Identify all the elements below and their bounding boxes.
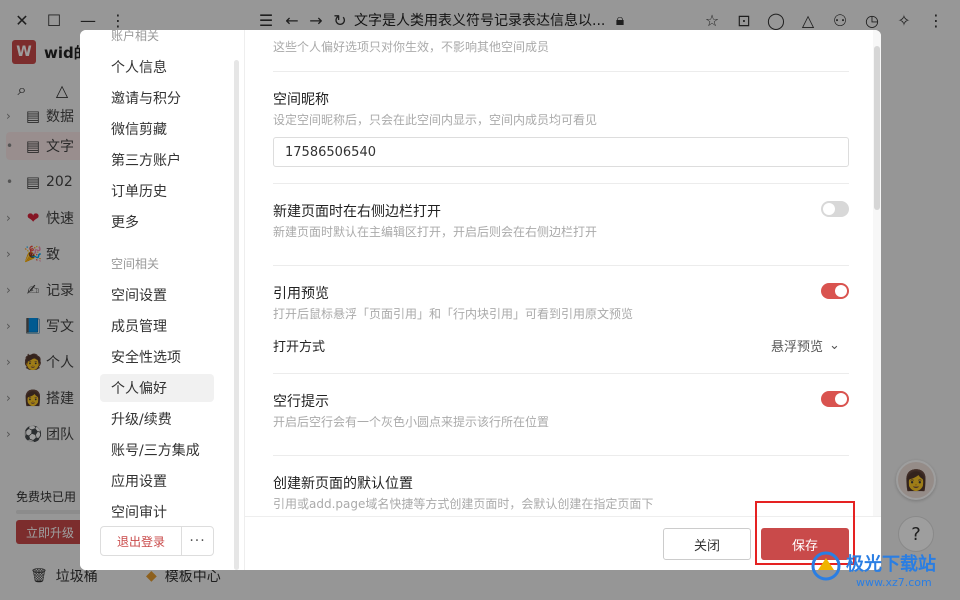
settings-nav: 账户相关 个人信息 邀请与积分 微信剪藏 第三方账户 订单历史 更多 空间相关 …: [80, 30, 244, 570]
open-right-title: 新建页面时在右侧边栏打开: [273, 204, 441, 220]
logout-button[interactable]: 退出登录: [101, 527, 182, 555]
nav-item-more[interactable]: 更多: [100, 208, 214, 236]
divider: [273, 455, 849, 456]
nav-item-app-settings[interactable]: 应用设置: [100, 467, 214, 495]
divider: [273, 265, 849, 266]
default-location-description: 引用或add.page域名快捷等方式创建页面时，会默认创建在指定页面下: [273, 497, 654, 511]
nav-item-space-settings[interactable]: 空间设置: [100, 281, 214, 309]
default-location-title: 创建新页面的默认位置: [273, 476, 413, 492]
section-description: 这些个人偏好选项只对你生效，不影响其他空间成员: [273, 40, 550, 54]
watermark: 极光下载站 www.xz7.com: [810, 548, 960, 600]
nav-item-upgrade[interactable]: 升级/续费: [100, 405, 214, 433]
quote-preview-title: 引用预览: [273, 286, 329, 302]
nav-item-third-party[interactable]: 第三方账户: [100, 146, 214, 174]
nav-item-audit[interactable]: 空间审计: [100, 498, 214, 526]
chevron-down-icon: ⌄: [829, 338, 840, 353]
preferences-content: 这些个人偏好选项只对你生效，不影响其他空间成员 空间昵称 设定空间昵称后，只会在…: [245, 30, 881, 516]
watermark-text: 极光下载站: [846, 554, 936, 575]
divider: [273, 71, 849, 72]
quote-preview-description: 打开后鼠标悬浮「页面引用」和「行内块引用」可看到引用原文预览: [273, 307, 634, 321]
open-right-toggle[interactable]: [821, 201, 849, 217]
toggle-knob: [835, 285, 847, 297]
empty-line-toggle[interactable]: [821, 391, 849, 407]
quote-preview-toggle[interactable]: [821, 283, 849, 299]
nav-item-preferences[interactable]: 个人偏好: [100, 374, 214, 402]
open-mode-label: 打开方式: [273, 340, 326, 355]
empty-line-description: 开启后空行会有一个灰色小圆点来提示该行所在位置: [273, 415, 550, 429]
open-right-description: 新建页面时默认在主编辑区打开，开启后则会在右侧边栏打开: [273, 225, 598, 239]
nav-item-invite[interactable]: 邀请与积分: [100, 84, 214, 112]
watermark-url: www.xz7.com: [856, 576, 932, 589]
open-mode-value: 悬浮预览: [771, 340, 824, 355]
nickname-description: 设定空间昵称后，只会在此空间内显示，空间内成员均可看见: [273, 113, 598, 127]
nickname-title: 空间昵称: [273, 92, 329, 108]
open-mode-select[interactable]: 悬浮预览 ⌄: [771, 336, 840, 355]
divider: [273, 183, 849, 184]
nav-footer: 退出登录 ···: [100, 526, 214, 556]
nav-item-wechat-clip[interactable]: 微信剪藏: [100, 115, 214, 143]
more-options-icon[interactable]: ···: [182, 527, 213, 555]
toggle-knob: [835, 393, 847, 405]
nav-item-orders[interactable]: 订单历史: [100, 177, 214, 205]
close-button[interactable]: 关闭: [663, 528, 751, 560]
divider: [273, 373, 849, 374]
nav-item-integrations[interactable]: 账号/三方集成: [100, 436, 214, 464]
watermark-logo-icon: [811, 551, 841, 581]
empty-line-title: 空行提示: [273, 394, 329, 410]
nav-item-members[interactable]: 成员管理: [100, 312, 214, 340]
nav-group-account: 账户相关: [111, 30, 160, 43]
toggle-knob: [823, 203, 835, 215]
nickname-input[interactable]: 17586506540: [273, 137, 849, 167]
nav-scrollbar[interactable]: [234, 60, 239, 570]
settings-modal: 账户相关 个人信息 邀请与积分 微信剪藏 第三方账户 订单历史 更多 空间相关 …: [80, 30, 881, 570]
content-scrollbar-thumb[interactable]: [874, 46, 880, 210]
nav-item-security[interactable]: 安全性选项: [100, 343, 214, 371]
nav-group-space: 空间相关: [111, 257, 160, 271]
nav-item-profile[interactable]: 个人信息: [100, 53, 214, 81]
